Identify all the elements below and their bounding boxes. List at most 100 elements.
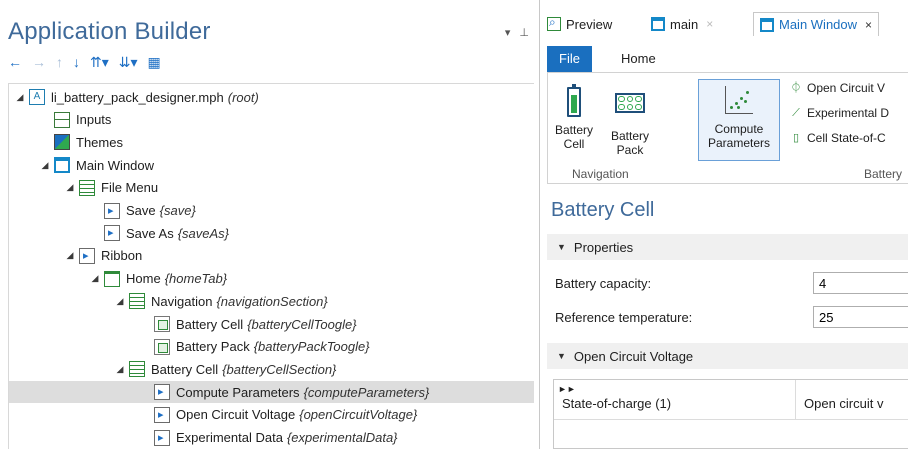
button-node-icon (104, 225, 120, 242)
button-node-icon (154, 406, 170, 423)
tab-label: main (670, 16, 699, 32)
button-node-icon (154, 384, 170, 401)
expand-caret-icon[interactable]: ◢ (115, 296, 125, 307)
tree-node-tag: {computeParameters} (303, 384, 430, 400)
pane-menu-icon[interactable]: ▾ (505, 27, 511, 39)
menu-node-icon (79, 179, 95, 196)
expand-caret-icon[interactable]: ◢ (65, 182, 75, 193)
ribbon-tab-home[interactable]: Home (609, 46, 668, 72)
compute-parameters-label: Parameters (707, 136, 771, 150)
ribbon-node-icon (79, 247, 95, 264)
scatter-plot-icon (723, 86, 755, 118)
tree-node[interactable]: Battery Cell {batteryCellToogle} (9, 313, 534, 335)
application-tree: ◢ Ali_battery_pack_designer.mph (root) Inpu… (8, 83, 534, 449)
compute-parameters-button[interactable]: Compute Parameters (698, 79, 780, 161)
tree-node-tag: (root) (227, 89, 259, 105)
themes-node-icon (54, 134, 70, 151)
cell-state-of-charge-label: Cell State-of-C (807, 131, 886, 145)
tree-node[interactable]: Themes (9, 131, 534, 153)
sort-ascending-icon[interactable]: ⇈▾ (90, 55, 109, 69)
button-node-icon (154, 429, 170, 446)
column-header[interactable]: ►► State-of-charge (1) (554, 380, 796, 419)
pane-controls: ▾ ⊥ (499, 26, 529, 39)
tree-node[interactable]: Battery Pack {batteryPackToogle} (9, 336, 534, 358)
arrow-down-icon[interactable]: ↓ (73, 55, 80, 69)
window-icon (651, 17, 665, 31)
tree-node[interactable]: ◢ Home {homeTab} (9, 268, 534, 290)
preview-icon (547, 15, 561, 31)
tree-node[interactable]: ◢ Navigation {navigationSection} (9, 290, 534, 312)
tree-node-tag: {saveAs} (177, 225, 230, 241)
experimental-data-label: Experimental D (807, 106, 890, 120)
tab-preview[interactable]: Preview (541, 12, 618, 36)
editor-pane: Preview main × Main Window × File Home B… (541, 0, 908, 449)
pin-icon[interactable]: ⊥ (519, 27, 529, 39)
tree-node-label: Battery Cell (176, 316, 244, 332)
tab-main[interactable]: main × (645, 12, 719, 36)
toggle-node-icon (154, 338, 170, 355)
tree-node[interactable]: ◢ Ali_battery_pack_designer.mph (root) (9, 86, 534, 108)
ribbon-tab-file[interactable]: File (547, 46, 592, 72)
expand-caret-icon[interactable]: ◢ (40, 160, 50, 171)
tree-node-tag: {save} (159, 203, 196, 218)
tree-node[interactable]: ◢ Ribbon (9, 245, 534, 267)
tree-node-label: Themes (76, 134, 123, 150)
open-circuit-voltage-button[interactable]: ⏀ Open Circuit V (790, 81, 886, 95)
battery-capacity-input[interactable] (813, 272, 908, 294)
battery-pack-label: Battery (610, 129, 649, 143)
battery-cell-label: Battery (554, 123, 593, 137)
arrow-up-icon[interactable]: ↑ (56, 55, 63, 69)
collapse-icon: ▼ (557, 351, 566, 361)
builder-toolbar: ← → ↑ ↓ ⇈▾ ⇊▾ ▦ (8, 52, 161, 72)
form-preview: Battery Cell ▼ Properties Battery capaci… (547, 186, 908, 449)
ocv-section-header[interactable]: ▼ Open Circuit Voltage (547, 343, 908, 369)
properties-section-header[interactable]: ▼ Properties (547, 234, 908, 260)
win-node-icon (54, 157, 70, 174)
close-icon[interactable]: × (706, 17, 713, 31)
tree-node[interactable]: Experimental Data{experimentalData} (9, 427, 534, 449)
open-circuit-voltage-label: Open Circuit V (807, 81, 886, 95)
ribbon-group-battery: Battery (864, 167, 903, 181)
tree-node-label: Experimental Data (176, 430, 283, 445)
battery-pack-button[interactable]: Battery Pack (606, 87, 654, 157)
window-icon (760, 17, 774, 32)
tree-node[interactable]: Open Circuit Voltage{openCircuitVoltage} (9, 404, 534, 426)
tree-node-tag: {experimentalData} (286, 430, 398, 445)
inputs-node-icon (54, 111, 70, 128)
collapse-icon: ▼ (557, 242, 566, 252)
tree-node[interactable]: Inputs (9, 109, 534, 131)
tree-node[interactable]: Compute Parameters{computeParameters} (9, 381, 534, 404)
tree-node[interactable]: ◢ Main Window (9, 154, 534, 176)
close-icon[interactable]: × (865, 18, 872, 32)
expand-columns-icon[interactable]: ►► (558, 384, 576, 394)
expand-caret-icon[interactable]: ◢ (115, 364, 125, 375)
tree-node-label: File Menu (101, 180, 159, 196)
expand-caret-icon[interactable]: ◢ (65, 250, 75, 261)
reference-temperature-input[interactable] (813, 306, 908, 328)
tree-node[interactable]: ◢ File Menu (9, 177, 534, 199)
experimental-data-button[interactable]: ⟋ Experimental D (790, 106, 889, 120)
battery-capacity-row: Battery capacity: (555, 272, 908, 294)
ribbon-home: Battery Cell Battery Pack Compute Parame… (547, 72, 908, 184)
tree-node-tag: {batteryCellToogle} (247, 316, 357, 332)
tree-node-label: Open Circuit Voltage (176, 407, 296, 423)
tree-node-label: Home (126, 271, 161, 287)
arrow-right-icon[interactable]: → (32, 55, 46, 69)
form-editor-icon[interactable]: ▦ (148, 55, 161, 69)
arrow-left-icon[interactable]: ← (8, 55, 22, 69)
battery-cell-button[interactable]: Battery Cell (554, 84, 594, 151)
column-header[interactable]: Open circuit v (796, 380, 908, 419)
tree-node-tag: {homeTab} (164, 271, 228, 287)
cell-state-of-charge-button[interactable]: ▯ Cell State-of-C (790, 131, 886, 145)
tree-node[interactable]: Save As{saveAs} (9, 222, 534, 244)
tree-node[interactable]: Save{save} (9, 200, 534, 222)
sect-node-icon (129, 361, 145, 378)
sort-descending-icon[interactable]: ⇊▾ (119, 55, 138, 69)
ocv-table[interactable]: ►► State-of-charge (1) Open circuit v (553, 379, 908, 449)
tree-node[interactable]: ◢ Battery Cell {batteryCellSection} (9, 358, 534, 380)
expand-caret-icon[interactable]: ◢ (15, 92, 25, 103)
tab-main-window[interactable]: Main Window × (753, 12, 880, 36)
battery-pack-icon (614, 93, 646, 125)
tab-node-icon (104, 270, 120, 287)
expand-caret-icon[interactable]: ◢ (90, 273, 100, 284)
